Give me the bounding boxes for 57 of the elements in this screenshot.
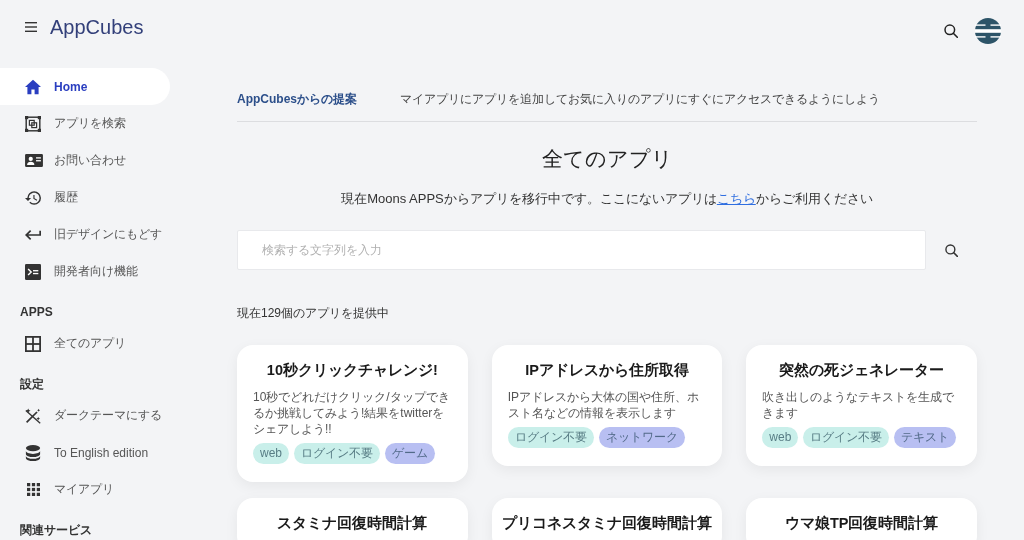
card-title: ウマ娘TP回復時間計算 — [783, 514, 940, 533]
app-card[interactable]: プリコネスタミナ回復時間計算 — [491, 498, 723, 540]
card-description: IPアドレスから大体の国や住所、ホスト名などの情報を表示します — [507, 389, 700, 421]
tag: web — [253, 443, 289, 464]
suggestion-message: マイアプリにアプリを追加してお気に入りのアプリにすぐにアクセスできるようにしよう — [400, 90, 880, 108]
sidebar-item[interactable]: 開発者向け機能 — [0, 253, 170, 290]
sidebar-item[interactable]: 全てのアプリ — [0, 325, 170, 362]
notice-text: 現在Moons APPSからアプリを移行中です。ここにないアプリはこちらからご利用ください — [341, 190, 873, 208]
section-heading: APPS — [20, 304, 53, 321]
card-title: 突然の死ジェネレーター — [778, 361, 946, 380]
tag: テキスト — [894, 427, 957, 448]
app-card[interactable]: 突然の死ジェネレーター 吹き出しのようなテキストを生成できます web ログイン不要 テキスト — [746, 345, 977, 466]
app-count: 現在129個のアプリを提供中 — [237, 305, 390, 322]
grid-icon — [25, 335, 41, 352]
menu-icon[interactable] — [25, 22, 37, 32]
dot-grid-icon — [26, 483, 40, 496]
search-icon[interactable] — [945, 243, 958, 257]
terminal-icon — [25, 263, 41, 280]
sidebar-item[interactable]: ダークテーマにする — [0, 397, 170, 434]
card-title: 10秒クリックチャレンジ! — [265, 361, 439, 380]
logo-icon[interactable] — [975, 17, 1001, 44]
sidebar-item[interactable]: To English edition — [0, 434, 170, 471]
sidebar-item[interactable]: アプリを検索 — [0, 105, 170, 142]
app-title[interactable]: AppCubes — [50, 15, 144, 39]
search-icon[interactable] — [944, 24, 958, 38]
section-heading: 設定 — [20, 376, 44, 393]
card-description: 10秒でどれだけクリック/タップできるか挑戦してみよう!結果をtwitterをシェアしよう!! — [253, 389, 451, 437]
page-title: 全てのアプリ — [541, 146, 673, 172]
tag: ゲーム — [385, 443, 435, 464]
tag: ログイン不要 — [803, 427, 890, 448]
sidebar-item[interactable]: 履歴 — [0, 179, 170, 216]
slashed-sparkle-icon — [25, 407, 41, 424]
history-icon — [25, 189, 41, 206]
suggestion-label: AppCubesからの提案 — [237, 90, 358, 108]
card-description: 吹き出しのようなテキストを生成できます — [762, 389, 956, 421]
app-card[interactable]: IPアドレスから住所取得 IPアドレスから大体の国や住所、ホスト名などの情報を表示します ログイン不要 ネットワーク — [491, 345, 723, 466]
tag: ログイン不要 — [507, 427, 594, 448]
framed-squares-icon — [25, 115, 41, 132]
sidebar-item[interactable]: 旧デザインにもどす — [0, 216, 170, 253]
section-heading: 関連サービス — [20, 522, 92, 539]
card-title: スタミナ回復時間計算 — [276, 514, 429, 533]
tag: ログイン不要 — [294, 443, 380, 464]
database-icon — [25, 444, 41, 461]
app-card[interactable]: 10秒クリックチャレンジ! 10秒でどれだけクリック/タップできるか挑戦してみよう!結果をtwitterをシェアしよう!! web ログイン不要 ゲーム — [237, 345, 468, 482]
id-card-icon — [25, 154, 43, 167]
link[interactable]: こちら — [716, 191, 756, 206]
tag: ネットワーク — [598, 427, 685, 448]
card-title: IPアドレスから住所取得 — [524, 361, 690, 380]
sidebar-item[interactable]: マイアプリ — [0, 471, 170, 508]
home-icon — [25, 78, 41, 95]
tag: web — [762, 427, 799, 448]
app-card[interactable]: スタミナ回復時間計算 — [237, 498, 468, 540]
sidebar-item[interactable]: お問い合わせ — [0, 142, 170, 179]
sidebar-item[interactable]: Home — [0, 68, 170, 105]
app-card[interactable]: ウマ娘TP回復時間計算 — [746, 498, 977, 540]
card-title: プリコネスタミナ回復時間計算 — [501, 514, 713, 533]
search-field[interactable]: 検索する文字列を入力 — [237, 230, 926, 270]
